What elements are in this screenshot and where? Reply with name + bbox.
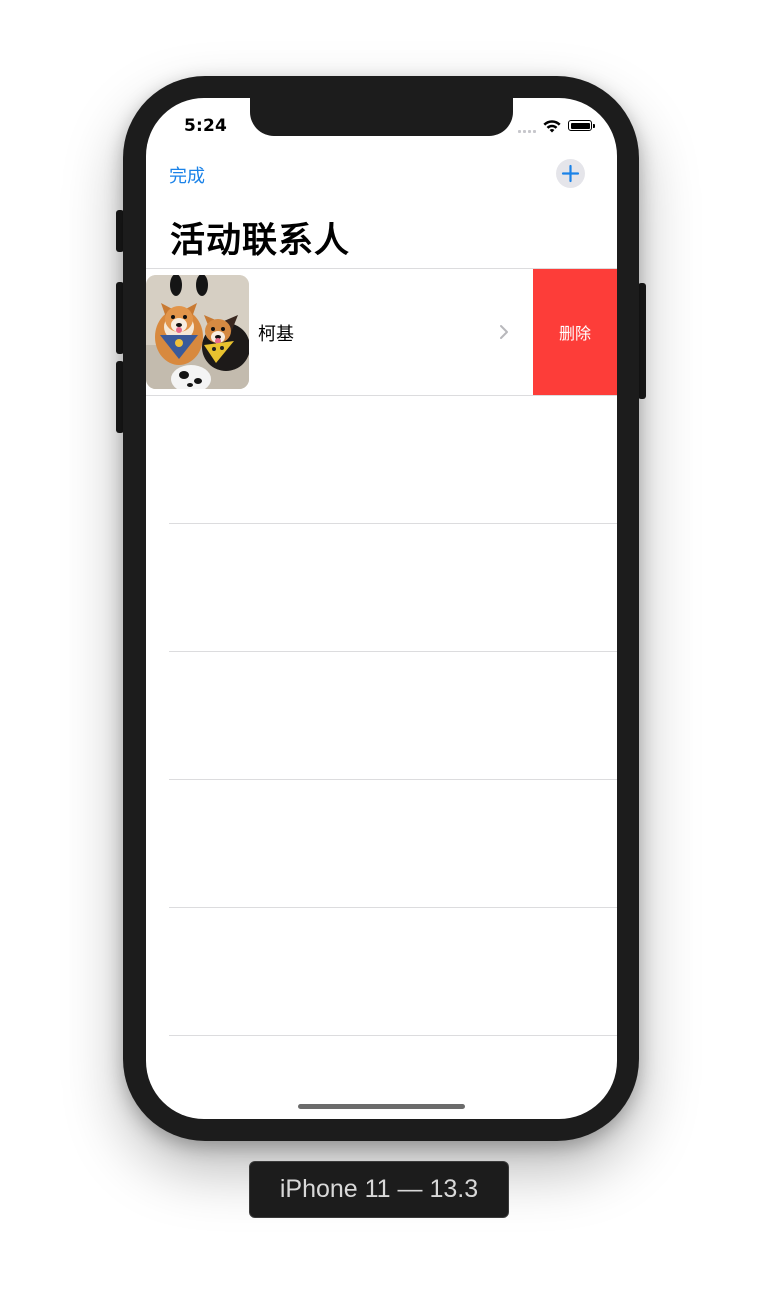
home-indicator[interactable] — [298, 1104, 465, 1109]
plus-icon — [561, 164, 580, 183]
empty-row — [146, 396, 617, 524]
empty-row — [146, 908, 617, 1036]
notch — [250, 98, 513, 136]
done-button[interactable]: 完成 — [169, 162, 205, 188]
contact-row[interactable]: 柯基 删除 — [146, 269, 617, 395]
cellular-signal-icon — [518, 128, 540, 133]
power-button — [638, 283, 646, 399]
empty-row — [146, 524, 617, 652]
wifi-icon — [543, 120, 561, 133]
chevron-right-icon — [500, 325, 508, 339]
delete-button[interactable]: 删除 — [533, 269, 617, 395]
add-contact-button[interactable] — [556, 159, 585, 188]
empty-row — [146, 652, 617, 780]
page-title: 活动联系人 — [170, 221, 351, 261]
corgi-photo — [146, 275, 249, 389]
battery-icon — [568, 120, 595, 131]
contact-name: 柯基 — [258, 324, 294, 345]
status-time: 5:24 — [184, 116, 228, 136]
row-separator — [169, 1035, 617, 1036]
simulator-stage: 5:24 完成 活动联系人 柯基 删除 iPhone 11 — 13.3 — [0, 0, 762, 1290]
device-label: iPhone 11 — 13.3 — [249, 1161, 509, 1218]
device-screen: 5:24 完成 活动联系人 柯基 删除 — [146, 98, 617, 1119]
empty-row — [146, 780, 617, 908]
